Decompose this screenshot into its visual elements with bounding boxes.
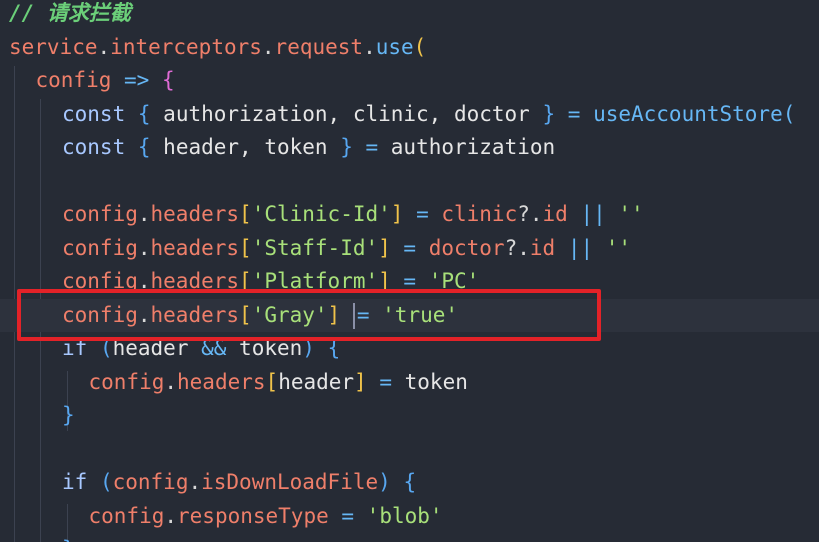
code-token: isDownLoadFile — [201, 470, 379, 494]
code-token: header — [278, 369, 355, 394]
code-line[interactable]: const { authorization, clinic, doctor } … — [0, 98, 819, 131]
code-token: service — [9, 34, 98, 59]
code-token: config — [62, 235, 138, 260]
code-token: headers — [150, 235, 240, 260]
code-token: ( — [99, 470, 113, 494]
code-token: . — [188, 470, 202, 494]
code-token: ] — [390, 202, 404, 226]
code-line[interactable]: } — [0, 399, 819, 432]
code-token: { — [403, 470, 417, 494]
code-token: = — [555, 101, 594, 126]
code-token: => — [111, 68, 162, 92]
code-token: ( — [413, 34, 427, 59]
code-token: = — [328, 503, 367, 528]
code-token: { — [137, 135, 151, 159]
code-token: config — [112, 470, 189, 494]
code-token: useAccountStore( — [593, 101, 796, 126]
code-token: 'blob' — [366, 503, 443, 528]
code-token: . — [137, 235, 151, 260]
code-token: . — [164, 369, 178, 394]
code-token: doctor — [428, 235, 505, 260]
code-token: 'Clinic-Id' — [251, 202, 391, 226]
code-token: } — [340, 135, 353, 159]
code-token: headers — [177, 369, 266, 394]
code-token: headers — [150, 202, 240, 226]
code-token: { — [161, 68, 175, 92]
code-token: } — [62, 403, 75, 427]
code-line[interactable]: config => { — [0, 64, 819, 97]
code-token: = — [403, 202, 442, 226]
code-token: = — [390, 235, 429, 260]
code-token: . — [363, 34, 376, 59]
code-token: . — [261, 34, 275, 59]
code-token: { — [137, 101, 151, 126]
code-line[interactable]: config.headers['Clinic-Id'] = clinic?.id… — [0, 198, 819, 231]
code-line[interactable]: config.headers[header] = token — [0, 366, 819, 399]
code-token: ] — [354, 369, 367, 394]
code-token: = — [366, 369, 405, 394]
code-token: ) — [378, 470, 391, 494]
code-token: token — [404, 369, 468, 394]
code-line[interactable]: if (config.isDownLoadFile) { — [0, 466, 819, 499]
code-token: id — [542, 202, 568, 226]
code-token: '' — [605, 235, 632, 260]
code-token: 'Staff-Id' — [251, 235, 379, 260]
code-token: const — [62, 101, 126, 126]
code-line[interactable]: config.responseType = 'blob' — [0, 500, 819, 533]
code-token: authorization — [390, 135, 556, 159]
code-line[interactable]: service.interceptors.request.use( — [0, 31, 819, 64]
code-token: config — [88, 369, 165, 394]
code-token: authorization, clinic, doctor — [150, 101, 543, 126]
code-line[interactable] — [0, 165, 819, 198]
code-token: . — [164, 503, 178, 528]
code-token: ?. — [504, 235, 530, 260]
code-token: const — [62, 135, 126, 159]
code-token: // 请求拦截 — [9, 1, 131, 25]
code-line[interactable]: // 请求拦截 — [0, 0, 819, 30]
code-token: '' — [618, 202, 644, 226]
code-token: clinic — [441, 202, 518, 226]
code-token: } — [62, 537, 75, 542]
code-token: } — [542, 101, 556, 126]
code-token: header, token — [150, 135, 341, 159]
code-token: = — [352, 135, 391, 159]
code-token: if — [62, 470, 88, 494]
code-token: config — [88, 503, 165, 528]
code-token: [ — [239, 235, 252, 260]
code-token: . — [137, 202, 151, 226]
code-token: interceptors — [110, 34, 262, 59]
code-line[interactable]: } — [0, 533, 819, 542]
code-token: [ — [265, 369, 279, 394]
code-token: [ — [239, 202, 252, 226]
code-token: use — [375, 34, 414, 59]
code-line[interactable] — [0, 433, 819, 466]
code-token: id — [529, 235, 556, 260]
code-token: || — [555, 235, 606, 260]
code-token: config — [62, 202, 138, 226]
code-line[interactable]: config.headers['Staff-Id'] = doctor?.id … — [0, 232, 819, 265]
code-editor[interactable]: // 请求拦截 service.interceptors.request.use(… — [0, 0, 819, 542]
code-token: config — [35, 68, 112, 92]
code-line[interactable]: const { header, token } = authorization — [0, 131, 819, 164]
code-token: || — [567, 202, 619, 226]
code-token: request — [274, 34, 364, 59]
annotation-highlight-box — [17, 289, 601, 341]
code-token: ] — [378, 235, 391, 260]
code-token: . — [97, 34, 111, 59]
code-token: responseType — [177, 503, 329, 528]
code-token: ?. — [517, 202, 543, 226]
